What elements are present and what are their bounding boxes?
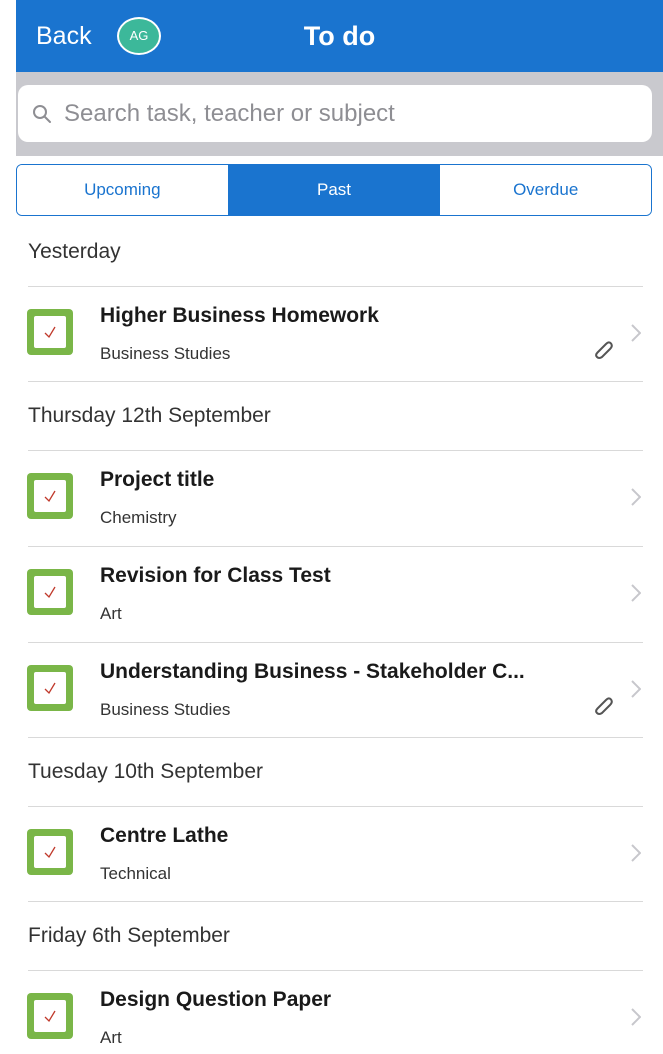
checkmark-icon <box>44 846 56 859</box>
list-item[interactable]: Centre Lathe Technical <box>16 806 663 902</box>
paperclip-icon <box>595 697 613 715</box>
task-title: Design Question Paper <box>100 988 332 1011</box>
task-subject: Art <box>100 604 122 623</box>
task-title: Centre Lathe <box>100 824 229 847</box>
navigation-bar: To do Back AG <box>16 0 663 72</box>
checkmark-icon <box>44 1010 56 1023</box>
checkmark-icon <box>44 326 56 339</box>
task-filter-segmented-control: Upcoming Past Overdue <box>16 164 652 216</box>
task-title: Revision for Class Test <box>100 564 331 587</box>
task-title: Understanding Business - Stakeholder C..… <box>100 660 525 683</box>
task-list: Yesterday Higher Business Homework Busin… <box>16 218 663 1054</box>
task-title: Project title <box>100 468 215 491</box>
chevron-right-icon <box>631 584 641 602</box>
tab-overdue[interactable]: Overdue <box>439 165 651 215</box>
chevron-right-icon <box>631 488 641 506</box>
task-subject: Business Studies <box>100 700 231 719</box>
chevron-right-icon <box>631 1008 641 1026</box>
list-item[interactable]: Design Question Paper Art <box>16 970 663 1054</box>
chevron-right-icon <box>631 324 641 342</box>
task-subject: Chemistry <box>100 508 177 527</box>
list-item[interactable]: Project title Chemistry <box>16 450 663 546</box>
search-bar-container <box>16 72 663 156</box>
paperclip-icon <box>595 341 613 359</box>
tab-past[interactable]: Past <box>227 165 440 215</box>
task-subject: Business Studies <box>100 344 231 363</box>
completed-checkbox-icon <box>27 309 73 355</box>
completed-checkbox-icon <box>27 569 73 615</box>
checkmark-icon <box>44 586 56 599</box>
completed-checkbox-icon <box>27 665 73 711</box>
completed-checkbox-icon <box>27 829 73 875</box>
completed-checkbox-icon <box>27 993 73 1039</box>
task-title: Higher Business Homework <box>100 304 379 327</box>
page-title: To do <box>303 21 376 51</box>
back-button[interactable]: Back <box>36 0 92 72</box>
section-header: Friday 6th September <box>16 902 663 970</box>
chevron-right-icon <box>631 844 641 862</box>
section-header: Yesterday <box>16 218 663 286</box>
task-subject: Technical <box>100 864 171 883</box>
chevron-right-icon <box>631 680 641 698</box>
tab-upcoming[interactable]: Upcoming <box>17 165 228 215</box>
list-item[interactable]: Understanding Business - Stakeholder C..… <box>16 642 663 738</box>
list-item[interactable]: Revision for Class Test Art <box>16 546 663 642</box>
checkmark-icon <box>44 490 56 503</box>
section-header: Tuesday 10th September <box>16 738 663 806</box>
completed-checkbox-icon <box>27 473 73 519</box>
task-subject: Art <box>100 1028 122 1047</box>
search-input[interactable] <box>64 85 644 142</box>
checkmark-icon <box>44 682 56 695</box>
section-header: Thursday 12th September <box>16 382 663 450</box>
list-item[interactable]: Higher Business Homework Business Studie… <box>16 286 663 382</box>
avatar[interactable]: AG <box>117 17 161 55</box>
search-box[interactable] <box>18 85 652 142</box>
search-icon <box>33 105 51 123</box>
